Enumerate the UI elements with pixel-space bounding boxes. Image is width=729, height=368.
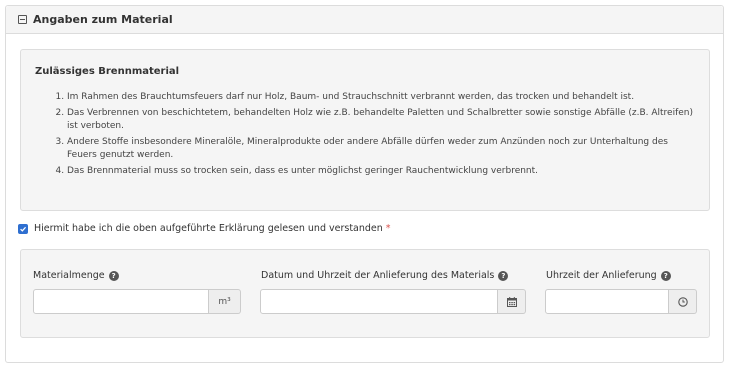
datum-label-row: Datum und Uhrzeit der Anlieferung des Ma… [261,270,509,281]
materialmenge-group: m³ [33,289,241,314]
panel-header[interactable]: Angaben zum Material [6,6,723,34]
calendar-icon [506,296,517,307]
check-icon [20,226,27,232]
unit-addon: m³ [209,289,241,314]
form-box: Materialmenge ? m³ Datum und Uhrzeit der… [20,249,710,338]
clock-button[interactable] [669,289,697,314]
uhrzeit-input[interactable] [545,289,669,314]
info-box: Zulässiges Brennmaterial Im Rahmen des B… [20,49,710,211]
rule-item: Im Rahmen des Brauchtumsfeuers darf nur … [67,91,695,104]
info-title: Zulässiges Brennmaterial [35,66,180,77]
uhrzeit-label-row: Uhrzeit der Anlieferung ? [546,270,671,281]
consent-checkbox[interactable] [18,223,28,234]
rule-item: Das Brennmaterial muss so trocken sein, … [67,165,695,178]
materialmenge-label: Materialmenge [33,270,105,281]
clock-icon [677,296,688,307]
materialmenge-label-row: Materialmenge ? [33,270,119,281]
calendar-button[interactable] [498,289,526,314]
datum-group [260,289,526,314]
datum-input[interactable] [260,289,498,314]
question-circle-icon[interactable]: ? [498,270,509,281]
consent-label[interactable]: Hiermit habe ich die oben aufgeführte Er… [34,223,383,234]
question-circle-icon[interactable]: ? [108,270,119,281]
rule-item: Das Verbrennen von beschichtetem, behand… [67,107,695,133]
question-circle-icon[interactable]: ? [660,270,671,281]
uhrzeit-group [545,289,697,314]
required-marker: * [385,223,391,234]
panel-title: Angaben zum Material [33,13,173,26]
rule-item: Andere Stoffe insbesondere Mineralöle, M… [67,136,695,162]
datum-label: Datum und Uhrzeit der Anlieferung des Ma… [261,270,495,281]
uhrzeit-label: Uhrzeit der Anlieferung [546,270,657,281]
consent-row: Hiermit habe ich die oben aufgeführte Er… [18,223,391,234]
collapse-icon[interactable] [18,15,27,24]
rules-list: Im Rahmen des Brauchtumsfeuers darf nur … [55,91,695,181]
materialmenge-input[interactable] [33,289,209,314]
